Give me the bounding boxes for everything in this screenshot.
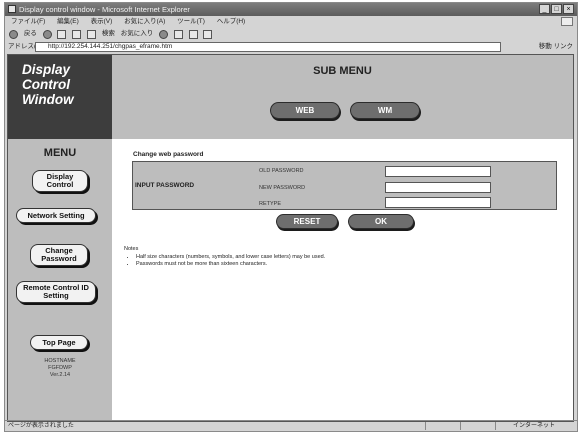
close-button[interactable]: × <box>563 4 574 14</box>
network-setting-button[interactable]: Network Setting <box>16 208 96 223</box>
retype-password-field[interactable] <box>385 197 491 208</box>
input-password-label: INPUT PASSWORD <box>135 182 195 189</box>
section-title: Change web password <box>133 151 204 158</box>
top-page-button[interactable]: Top Page <box>30 335 88 350</box>
refresh-icon[interactable] <box>72 29 82 39</box>
web-button[interactable]: WEB <box>270 102 340 119</box>
password-form-table: INPUT PASSWORD OLD PASSWORD NEW PASSWORD… <box>132 161 557 210</box>
search-button[interactable]: 検索 <box>102 27 115 41</box>
display-control-button[interactable]: Display Control <box>32 170 88 192</box>
mail-icon[interactable] <box>173 29 183 39</box>
retype-password-label: RETYPE <box>259 201 282 207</box>
host-info: HOSTNAME FGFDWP Ver.2.14 <box>8 358 112 379</box>
status-bar: ページが表示されました インターネット <box>5 420 577 431</box>
menu-favorites[interactable]: お気に入り(A) <box>124 18 165 25</box>
hostname-label: HOSTNAME <box>44 358 76 364</box>
notes-section: Notes Half size characters (numbers, sym… <box>124 246 325 268</box>
change-password-button[interactable]: Change Password <box>30 244 88 266</box>
minimize-button[interactable]: _ <box>539 4 550 14</box>
home-icon[interactable] <box>87 29 97 39</box>
new-password-field[interactable] <box>385 182 491 193</box>
wm-button[interactable]: WM <box>350 102 420 119</box>
version-label: Ver.2.14 <box>49 372 71 378</box>
ok-button[interactable]: OK <box>348 214 414 229</box>
back-icon[interactable] <box>9 29 18 39</box>
submenu-title: SUB MENU <box>313 65 372 77</box>
status-divider <box>425 422 426 430</box>
status-divider <box>460 422 461 430</box>
windows-logo-icon <box>561 17 573 26</box>
notes-title: Notes <box>124 246 139 252</box>
main-panel: Change web password INPUT PASSWORD OLD P… <box>112 139 573 421</box>
menu-tools[interactable]: ツール(T) <box>177 18 205 25</box>
page-content: Display Control Window SUB MENU WEB WM M… <box>7 54 574 422</box>
old-password-field[interactable] <box>385 166 491 177</box>
links-label[interactable]: リンク <box>554 43 574 50</box>
submenu-header: SUB MENU WEB WM <box>112 55 573 139</box>
browser-window: Display control window - Microsoft Inter… <box>4 2 578 432</box>
old-password-label: OLD PASSWORD <box>259 168 304 174</box>
forward-icon[interactable] <box>42 29 52 39</box>
sidebar-menu: MENU Display Control Network Setting Cha… <box>8 139 112 421</box>
logo-line: Window <box>22 92 74 107</box>
menu-title: MENU <box>43 147 77 159</box>
logo-line: Control <box>22 77 70 92</box>
address-bar: アドレス(D) http://192.254.144.251/chgpas_ef… <box>5 41 577 53</box>
status-divider <box>495 422 496 430</box>
menu-file[interactable]: ファイル(F) <box>11 18 45 25</box>
window-title: Display control window - Microsoft Inter… <box>19 5 190 14</box>
logo-line: Display <box>22 62 71 77</box>
note-item: Half size characters (numbers, symbols, … <box>136 254 325 261</box>
go-label[interactable]: 移動 <box>539 43 552 50</box>
note-item: Passwords must not be more than sixteen … <box>136 261 325 268</box>
back-label[interactable]: 戻る <box>24 27 37 41</box>
favorites-button[interactable]: お気に入り <box>121 27 154 41</box>
stop-icon[interactable] <box>57 29 67 39</box>
toolbar: 戻る 検索 お気に入り <box>5 27 577 41</box>
remote-control-id-setting-button[interactable]: Remote Control ID Setting <box>16 281 96 303</box>
new-password-label: NEW PASSWORD <box>259 185 306 191</box>
menu-edit[interactable]: 編集(E) <box>57 18 79 25</box>
internet-zone-label: インターネット <box>512 423 555 429</box>
hostname-value: FGFDWP <box>48 365 72 371</box>
status-text: ページが表示されました <box>8 423 74 429</box>
history-icon[interactable] <box>159 29 168 39</box>
menu-view[interactable]: 表示(V) <box>91 18 113 25</box>
maximize-button[interactable]: □ <box>551 4 562 14</box>
print-icon[interactable] <box>188 29 198 39</box>
go-button[interactable]: 移動 リンク <box>539 41 573 53</box>
display-control-window-logo: Display Control Window <box>8 55 112 139</box>
menu-help[interactable]: ヘルプ(H) <box>217 18 246 25</box>
edit-icon[interactable] <box>203 29 213 39</box>
menu-bar: ファイル(F) 編集(E) 表示(V) お気に入り(A) ツール(T) ヘルプ(… <box>5 16 577 27</box>
title-bar: Display control window - Microsoft Inter… <box>5 3 577 16</box>
reset-button[interactable]: RESET <box>276 214 338 229</box>
ie-icon <box>8 5 16 13</box>
address-input[interactable]: http://192.254.144.251/chgpas_eframe.htm <box>35 42 501 52</box>
